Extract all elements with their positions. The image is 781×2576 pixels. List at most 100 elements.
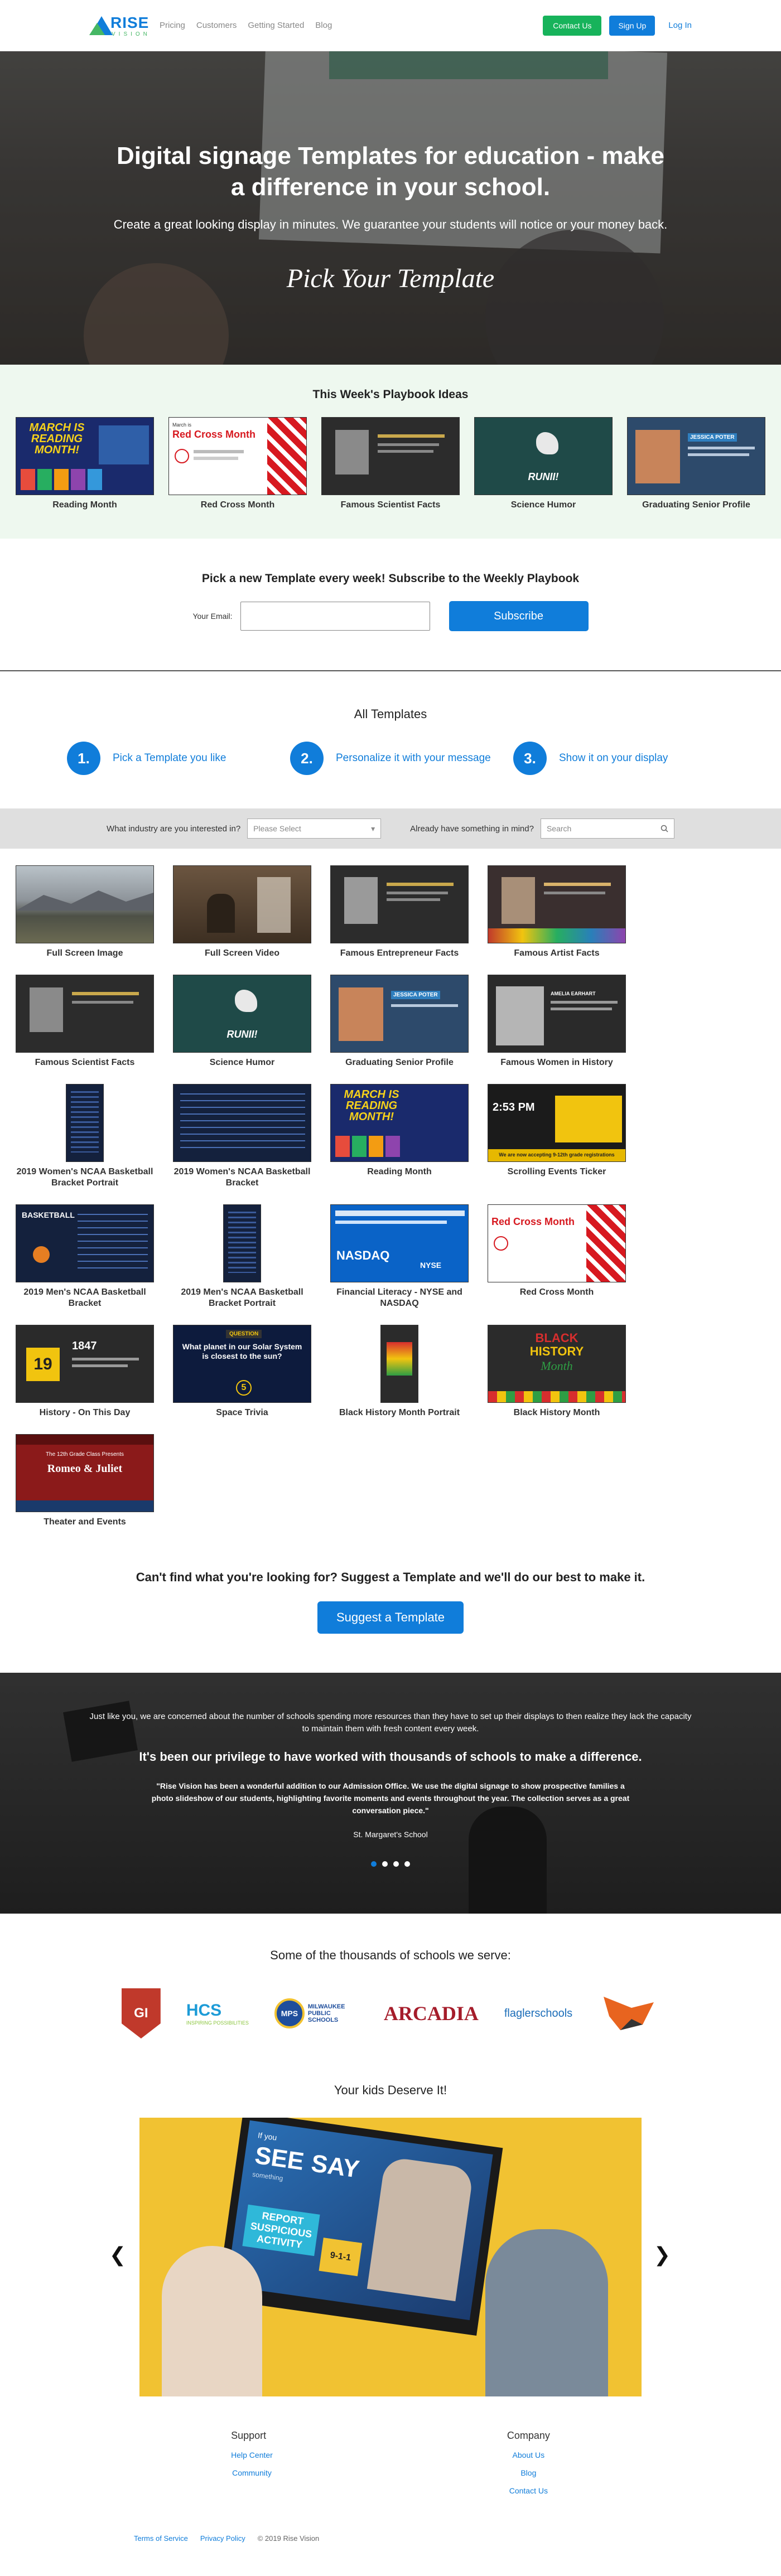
- template-card[interactable]: 19 1847 History - On This Day: [16, 1325, 154, 1418]
- thumb-text: March is: [172, 422, 192, 428]
- hero-banner: Digital signage Templates for education …: [0, 51, 781, 365]
- book-icon: [335, 1136, 350, 1157]
- email-field[interactable]: [240, 602, 430, 631]
- window-image: [257, 877, 291, 933]
- pick-template-link[interactable]: Pick Your Template: [0, 263, 781, 294]
- blog-link[interactable]: Blog: [507, 2468, 550, 2477]
- template-card[interactable]: AMELIA EARHART Famous Women in History: [488, 975, 626, 1068]
- fox-logo: [598, 1991, 659, 2036]
- log-in-link[interactable]: Log In: [668, 21, 692, 30]
- mens-ncaa-portrait-thumbnail: [173, 1204, 311, 1282]
- template-card[interactable]: Famous Artist Facts: [488, 865, 626, 959]
- suggest-template-button[interactable]: Suggest a Template: [317, 1601, 464, 1634]
- sign-up-button[interactable]: Sign Up: [609, 15, 655, 36]
- nav-link-getting-started[interactable]: Getting Started: [248, 21, 304, 30]
- thumb-text: JESSICA POTER: [688, 433, 737, 442]
- template-card[interactable]: Full Screen Video: [173, 865, 311, 959]
- card-label: Famous Artist Facts: [514, 948, 600, 958]
- community-link[interactable]: Community: [231, 2468, 273, 2477]
- template-card[interactable]: BLACK HISTORY Month Black History Month: [488, 1325, 626, 1418]
- template-card[interactable]: 2019 Women's NCAA Basketball Bracket Por…: [16, 1084, 154, 1189]
- card-label: Space Trivia: [216, 1408, 268, 1417]
- text-line: [544, 892, 605, 894]
- thumb-text: RUNII!: [528, 471, 559, 482]
- text-line: [194, 450, 244, 453]
- playbook-cards: MARCH IS READING MONTH! Reading Month Ma…: [0, 417, 781, 511]
- template-card[interactable]: Red Cross Month Red Cross Month: [488, 1204, 626, 1309]
- card-label: Theater and Events: [44, 1517, 126, 1527]
- red-cross-pattern: [267, 418, 306, 495]
- dinosaur-icon: [235, 990, 257, 1012]
- carousel-prev-icon[interactable]: ❮: [109, 2243, 126, 2266]
- contact-us-link[interactable]: Contact Us: [507, 2486, 550, 2495]
- template-card[interactable]: 2:53 PM We are now accepting 9-12th grad…: [488, 1084, 626, 1189]
- famous-artist-thumbnail: [488, 865, 626, 943]
- playbook-card[interactable]: JESSICA POTER Graduating Senior Profile: [627, 417, 765, 511]
- carousel-dot[interactable]: [382, 1861, 388, 1867]
- text-line: [335, 1221, 447, 1224]
- contact-us-button[interactable]: Contact Us: [543, 15, 602, 36]
- template-card[interactable]: 2019 Men's NCAA Basketball Bracket Portr…: [173, 1204, 311, 1309]
- countdown-badge: 5: [236, 1380, 252, 1396]
- bracket-lines: [228, 1212, 256, 1273]
- senior-portrait-image: [635, 430, 680, 483]
- playbook-card[interactable]: MARCH IS READING MONTH! Reading Month: [16, 417, 154, 511]
- template-card[interactable]: Black History Month Portrait: [330, 1325, 469, 1418]
- carousel-dot[interactable]: [404, 1861, 410, 1867]
- rise-vision-logo[interactable]: RISE VISION: [89, 12, 148, 40]
- pattern-strip: [488, 1391, 625, 1402]
- about-us-link[interactable]: About Us: [507, 2451, 550, 2459]
- text-line: [387, 892, 448, 894]
- hero-content: Digital signage Templates for education …: [0, 141, 781, 294]
- template-card[interactable]: MARCH IS READING MONTH! Reading Month: [330, 1084, 469, 1189]
- privacy-link[interactable]: Privacy Policy: [200, 2534, 245, 2543]
- playbook-card[interactable]: March is Red Cross Month Red Cross Month: [168, 417, 307, 511]
- template-card[interactable]: JESSICA POTER Graduating Senior Profile: [330, 975, 469, 1068]
- industry-select[interactable]: Please Select ▾: [247, 819, 382, 839]
- step-text: Pick a Template you like: [113, 752, 226, 764]
- playbook-card[interactable]: Famous Scientist Facts: [321, 417, 460, 511]
- mps-logo: MPS MILWAUKEE PUBLIC SCHOOLS: [274, 1998, 358, 2028]
- stage-base: [16, 1500, 153, 1512]
- science-humor-thumbnail: RUNII!: [173, 975, 311, 1053]
- search-placeholder: Search: [546, 824, 572, 833]
- carousel-next-icon[interactable]: ❯: [654, 2243, 671, 2266]
- card-label: Financial Literacy - NYSE and NASDAQ: [336, 1287, 462, 1308]
- template-card[interactable]: Famous Entrepreneur Facts: [330, 865, 469, 959]
- help-center-link[interactable]: Help Center: [231, 2451, 273, 2459]
- womens-ncaa-thumbnail: [173, 1084, 311, 1162]
- email-label: Your Email:: [192, 612, 233, 621]
- template-card[interactable]: Full Screen Image: [16, 865, 154, 959]
- book-icon: [385, 1136, 400, 1157]
- subscribe-button[interactable]: Subscribe: [449, 601, 589, 631]
- template-card[interactable]: QUESTION What planet in our Solar System…: [173, 1325, 311, 1418]
- kids-section: Your kids Deserve It! If you SEE SAY som…: [0, 2061, 781, 2396]
- nav-link-customers[interactable]: Customers: [196, 21, 237, 30]
- subscribe-heading: Pick a new Template every week! Subscrib…: [201, 572, 580, 585]
- famous-entrepreneur-thumbnail: [330, 865, 469, 943]
- search-input[interactable]: Search: [540, 819, 674, 839]
- carousel-dot[interactable]: [371, 1861, 377, 1867]
- template-card[interactable]: The 12th Grade Class Presents Romeo & Ju…: [16, 1434, 154, 1528]
- card-label: Science Humor: [209, 1058, 275, 1067]
- template-card[interactable]: NASDAQ NYSE Financial Literacy - NYSE an…: [330, 1204, 469, 1309]
- thumb-text: BASKETBALL: [22, 1210, 75, 1219]
- template-card[interactable]: RUNII! Science Humor: [173, 975, 311, 1068]
- testimonial-author: St. Margaret's School: [353, 1830, 428, 1839]
- student-boy-image: [485, 2229, 608, 2396]
- text-line: [688, 447, 755, 449]
- book-icon: [88, 469, 102, 490]
- template-card[interactable]: Famous Scientist Facts: [16, 975, 154, 1068]
- nav-link-pricing[interactable]: Pricing: [160, 21, 185, 30]
- template-card[interactable]: 2019 Women's NCAA Basketball Bracket: [173, 1084, 311, 1189]
- card-label: 2019 Women's NCAA Basketball Bracket Por…: [16, 1167, 153, 1188]
- thumb-text: MARCH IS READING MONTH!: [29, 422, 85, 456]
- template-card[interactable]: BASKETBALL 2019 Men's NCAA Basketball Br…: [16, 1204, 154, 1309]
- nav-link-blog[interactable]: Blog: [315, 21, 332, 30]
- text-line: [387, 898, 440, 901]
- playbook-card[interactable]: RUNII! Science Humor: [474, 417, 613, 511]
- carousel-dot[interactable]: [393, 1861, 399, 1867]
- terms-link[interactable]: Terms of Service: [134, 2534, 188, 2543]
- thumb-text: AMELIA EARHART: [551, 991, 596, 996]
- text-line: [391, 1004, 458, 1007]
